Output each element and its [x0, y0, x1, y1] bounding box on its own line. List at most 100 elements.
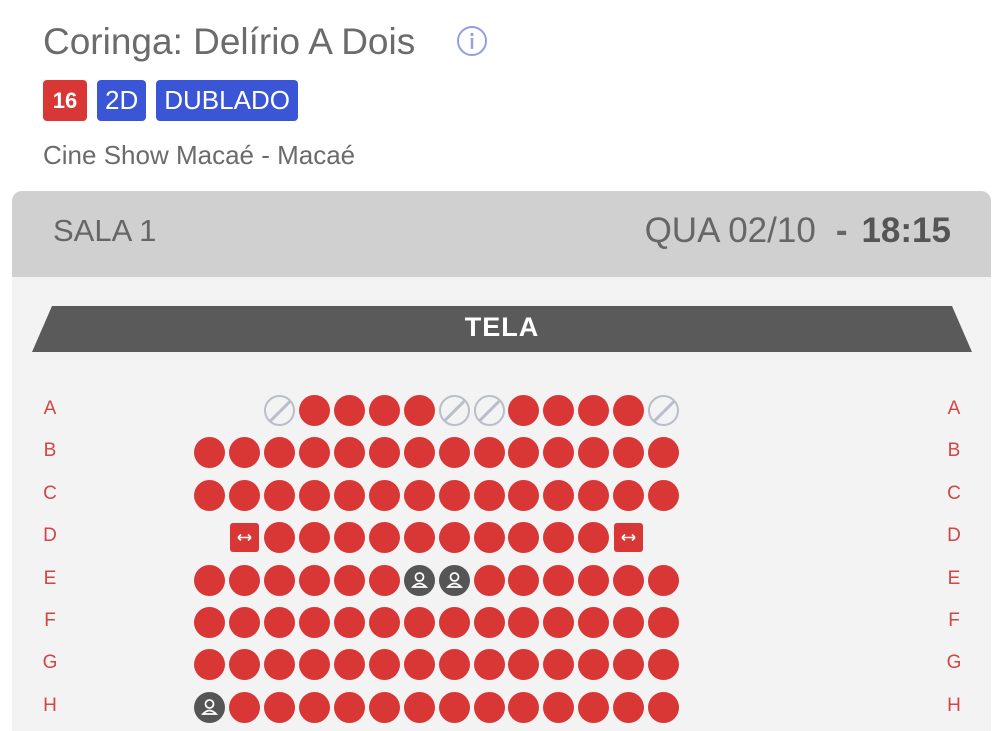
seat-f-7[interactable]	[333, 607, 365, 638]
seat-h-5[interactable]	[264, 691, 296, 723]
seat-f-16[interactable]	[648, 607, 679, 638]
seat-d-6[interactable]	[299, 522, 330, 554]
seat-d-11[interactable]	[473, 522, 505, 554]
seat-e-7[interactable]	[333, 564, 365, 596]
seat-g-13[interactable]	[543, 649, 575, 681]
seat-h-9[interactable]	[403, 691, 435, 723]
seat-g-11[interactable]	[473, 649, 505, 681]
seat-f-4[interactable]	[229, 607, 261, 638]
seat-e-15[interactable]	[613, 564, 645, 596]
seat-g-4[interactable]	[229, 649, 261, 681]
seat-e-5[interactable]	[264, 564, 296, 596]
seat-g-10[interactable]	[438, 649, 470, 681]
seat-f-11[interactable]	[473, 607, 505, 638]
seat-h-7[interactable]	[333, 691, 365, 723]
seat-g-12[interactable]	[508, 649, 540, 681]
seat-f-10[interactable]	[438, 607, 470, 638]
seat-e-3[interactable]	[194, 564, 226, 596]
seat-c-4[interactable]	[229, 479, 261, 511]
seat-g-3[interactable]	[194, 649, 226, 681]
seat-d-9[interactable]	[403, 522, 435, 554]
seat-e-4[interactable]	[229, 564, 261, 596]
wheelchair-seat-d-15[interactable]	[614, 523, 644, 553]
seat-c-6[interactable]	[299, 479, 330, 511]
seat-g-6[interactable]	[299, 649, 330, 681]
seat-a-13[interactable]	[543, 395, 575, 426]
seat-a-9[interactable]	[403, 395, 435, 426]
seat-f-9[interactable]	[403, 607, 435, 638]
seat-b-5[interactable]	[264, 437, 296, 469]
seat-h-16[interactable]	[648, 691, 679, 723]
seat-d-10[interactable]	[438, 522, 470, 554]
seat-e-6[interactable]	[299, 564, 330, 596]
seat-a-12[interactable]	[508, 395, 540, 426]
seat-b-12[interactable]	[508, 437, 540, 469]
seat-d-5[interactable]	[264, 522, 296, 554]
seat-a-6[interactable]	[299, 395, 330, 426]
seat-b-16[interactable]	[648, 437, 679, 469]
seat-c-14[interactable]	[578, 479, 610, 511]
seat-g-8[interactable]	[368, 649, 400, 681]
seat-c-3[interactable]	[194, 479, 226, 511]
seat-g-15[interactable]	[613, 649, 645, 681]
seat-h-6[interactable]	[299, 691, 330, 723]
seat-f-14[interactable]	[578, 607, 610, 638]
seat-c-5[interactable]	[264, 479, 296, 511]
seat-c-8[interactable]	[368, 479, 400, 511]
seat-d-8[interactable]	[368, 522, 400, 554]
seat-e-8[interactable]	[368, 564, 400, 596]
seat-h-8[interactable]	[368, 691, 400, 723]
seat-f-3[interactable]	[194, 607, 226, 638]
seat-e-13[interactable]	[543, 564, 575, 596]
seat-d-13[interactable]	[543, 522, 575, 554]
seat-c-16[interactable]	[648, 479, 679, 511]
seat-h-14[interactable]	[578, 691, 610, 723]
info-icon[interactable]	[456, 25, 488, 57]
seat-c-9[interactable]	[403, 479, 435, 511]
seat-a-14[interactable]	[578, 395, 610, 426]
seat-h-4[interactable]	[229, 691, 261, 723]
seat-b-7[interactable]	[333, 437, 365, 469]
seat-c-12[interactable]	[508, 479, 540, 511]
seat-b-6[interactable]	[299, 437, 330, 469]
seat-d-7[interactable]	[333, 522, 365, 554]
seat-f-15[interactable]	[613, 607, 645, 638]
seat-e-16[interactable]	[648, 564, 679, 596]
seat-g-14[interactable]	[578, 649, 610, 681]
seat-f-8[interactable]	[368, 607, 400, 638]
seat-e-12[interactable]	[508, 564, 540, 596]
seat-h-13[interactable]	[543, 691, 575, 723]
seat-e-11[interactable]	[473, 564, 505, 596]
seat-e-14[interactable]	[578, 564, 610, 596]
seat-f-13[interactable]	[543, 607, 575, 638]
seat-g-5[interactable]	[264, 649, 296, 681]
seat-c-11[interactable]	[473, 479, 505, 511]
seat-c-10[interactable]	[438, 479, 470, 511]
seat-b-13[interactable]	[543, 437, 575, 469]
seat-b-14[interactable]	[578, 437, 610, 469]
seat-b-11[interactable]	[473, 437, 505, 469]
seat-c-15[interactable]	[613, 479, 645, 511]
seat-f-12[interactable]	[508, 607, 540, 638]
seat-b-15[interactable]	[613, 437, 645, 469]
seat-a-8[interactable]	[368, 395, 400, 426]
seat-b-3[interactable]	[194, 437, 226, 469]
seat-h-11[interactable]	[473, 691, 505, 723]
seat-f-6[interactable]	[299, 607, 330, 638]
seat-a-15[interactable]	[613, 395, 645, 426]
wheelchair-seat-d-4[interactable]	[230, 523, 260, 553]
seat-c-13[interactable]	[543, 479, 575, 511]
seat-c-7[interactable]	[333, 479, 365, 511]
seat-d-12[interactable]	[508, 522, 540, 554]
seat-b-4[interactable]	[229, 437, 261, 469]
seat-d-14[interactable]	[578, 522, 610, 554]
seat-h-12[interactable]	[508, 691, 540, 723]
seat-a-7[interactable]	[333, 395, 365, 426]
seat-b-10[interactable]	[438, 437, 470, 469]
seat-g-16[interactable]	[648, 649, 679, 681]
seat-h-10[interactable]	[438, 691, 470, 723]
seat-g-7[interactable]	[333, 649, 365, 681]
seat-h-15[interactable]	[613, 691, 645, 723]
seat-b-9[interactable]	[403, 437, 435, 469]
seat-b-8[interactable]	[368, 437, 400, 469]
